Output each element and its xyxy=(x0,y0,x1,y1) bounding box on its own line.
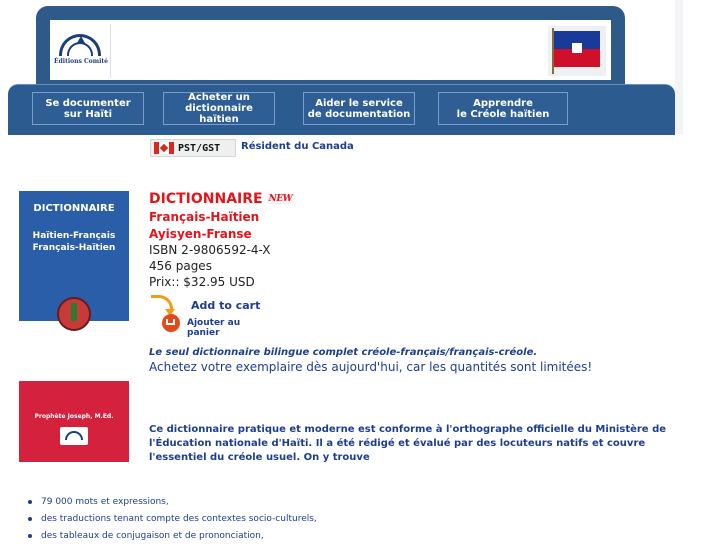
nav-aider-service[interactable]: Aider le service de documentation xyxy=(303,92,415,125)
product-title: DICTIONNAIRE NEW xyxy=(149,191,295,207)
pst-gst-label: PST/GST xyxy=(178,142,221,154)
nav-se-documenter[interactable]: Se documenter sur Haïti xyxy=(32,92,144,125)
logo-text: Éditions Comité xyxy=(54,58,108,65)
call-to-action: Achetez votre exemplaire dès aujourd'hui… xyxy=(149,360,593,374)
cover-subtitle-1: Haïtien-Français xyxy=(32,231,116,241)
nav-acheter-dictionnaire[interactable]: Acheter un dictionnaire haïtien xyxy=(163,92,275,125)
logo-triangle-icon xyxy=(77,36,85,43)
cover-logo-icon xyxy=(60,427,88,445)
book-cover-image[interactable]: DICTIONNAIRE Haïtien-Français Français-H… xyxy=(19,191,129,462)
list-item: 79 000 mots et expressions, xyxy=(28,494,317,511)
arrow-icon xyxy=(151,295,175,316)
cover-author: Prophète Joseph, M.Ed. xyxy=(34,413,114,420)
cover-title: DICTIONNAIRE xyxy=(33,203,115,214)
product-isbn: ISBN 2-9806592-4-X xyxy=(149,243,271,257)
pst-gst-badge[interactable]: PST/GST xyxy=(150,139,236,157)
haiti-flag-icon xyxy=(548,26,606,76)
product-price: Prix:: $32.95 USD xyxy=(149,275,255,289)
ajouter-panier-label: Ajouter au panier xyxy=(187,318,241,338)
list-item: des tableaux de conjugaison et de pronon… xyxy=(28,528,317,545)
canada-flag-icon xyxy=(154,142,174,154)
product-pages: 456 pages xyxy=(149,259,212,273)
header-side-strip xyxy=(675,0,683,134)
tagline: Le seul dictionnaire bilingue complet cr… xyxy=(149,347,538,358)
haiti-crest-icon xyxy=(57,297,91,331)
nav-apprendre-creole[interactable]: Apprendre le Créole haïtien xyxy=(438,92,568,125)
feature-list: 79 000 mots et expressions, des traducti… xyxy=(28,494,317,545)
product-subtitle-1: Français-Haïtien xyxy=(149,210,260,224)
list-item: des traductions tenant compte des contex… xyxy=(28,511,317,528)
publisher-logo[interactable]: Éditions Comité xyxy=(52,24,111,78)
product-description: Ce dictionnaire pratique et moderne est … xyxy=(149,424,667,463)
cover-subtitle-2: Français-Haïtien xyxy=(32,243,116,253)
product-subtitle-2: Ayisyen-Franse xyxy=(149,227,252,241)
add-to-cart-label: Add to cart xyxy=(191,299,261,312)
resident-canada-link[interactable]: Résident du Canada xyxy=(241,141,354,152)
shopping-cart-icon xyxy=(162,314,180,332)
new-badge: NEW xyxy=(266,194,295,204)
header-banner xyxy=(50,20,611,80)
add-to-cart-button[interactable]: Add to cart Ajouter au panier xyxy=(149,293,268,338)
